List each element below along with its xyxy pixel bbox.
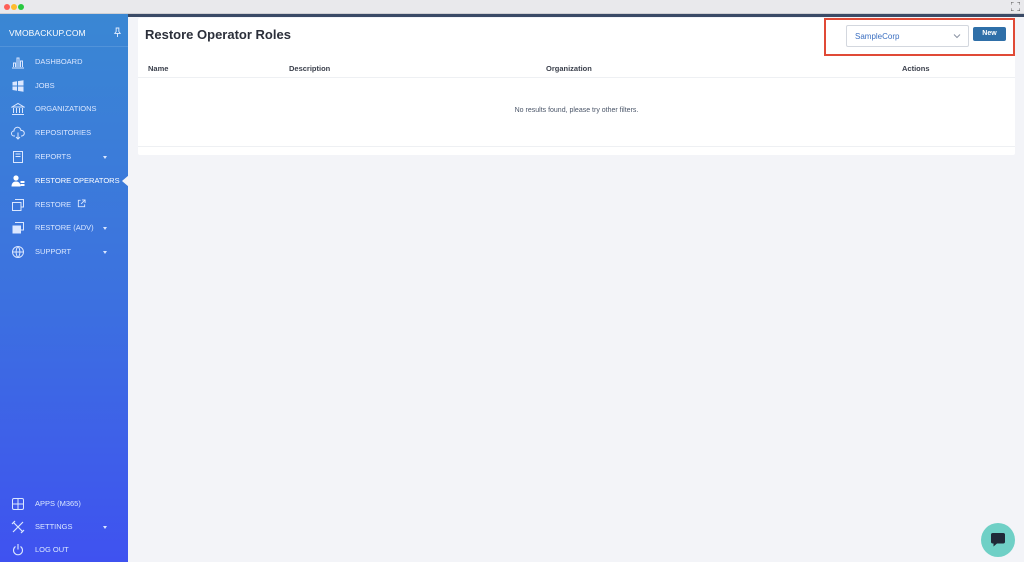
minimize-window-icon[interactable]	[11, 4, 17, 10]
empty-state-message: No results found, please try other filte…	[514, 107, 639, 114]
maximize-window-icon[interactable]	[18, 4, 24, 10]
table-bottom-divider	[138, 146, 1015, 147]
report-icon	[13, 151, 23, 163]
sidebar-item-label: SETTINGS	[35, 522, 73, 531]
sidebar-item-dashboard[interactable]: DASHBOARD	[0, 51, 128, 73]
sidebar-item-label: REPORTS	[35, 152, 72, 161]
sidebar-item-restore[interactable]: RESTORE	[0, 194, 128, 216]
sidebar-item-organizations[interactable]: ORGANIZATIONS	[0, 98, 128, 120]
sidebar-item-label: LOG OUT	[35, 545, 69, 554]
sidebar-item-apps[interactable]: APPS (M365)	[0, 493, 128, 515]
tools-icon	[11, 520, 25, 534]
globe-icon	[12, 246, 24, 258]
chevron-down-icon	[103, 526, 107, 529]
sidebar-item-label: APPS (M365)	[35, 499, 81, 508]
close-window-icon[interactable]	[4, 4, 10, 10]
brand-label[interactable]: VMOBACKUP.COM	[9, 28, 86, 38]
chevron-down-icon	[103, 227, 107, 230]
column-header-organization[interactable]: Organization	[546, 64, 592, 73]
chevron-down-icon	[103, 251, 107, 254]
highlight-box	[824, 18, 1015, 56]
active-indicator	[122, 175, 129, 187]
sidebar-item-restore-adv[interactable]: RESTORE (ADV)	[0, 217, 128, 239]
sidebar-item-reports[interactable]: REPORTS	[0, 146, 128, 168]
bar-chart-icon	[12, 57, 24, 69]
sidebar-item-logout[interactable]: LOG OUT	[0, 539, 128, 561]
header-divider	[138, 77, 1015, 78]
chat-widget-button[interactable]	[981, 523, 1015, 557]
sidebar-item-support[interactable]: SUPPORT	[0, 241, 128, 263]
sidebar-item-restore-operators[interactable]: RESTORE OPERATORS	[0, 170, 129, 192]
sidebar-item-label: RESTORE	[35, 200, 72, 209]
pin-icon[interactable]	[113, 27, 122, 38]
sidebar-item-jobs[interactable]: JOBS	[0, 75, 128, 97]
chat-bubble-icon	[991, 533, 1005, 547]
sidebar-item-label: ORGANIZATIONS	[35, 104, 97, 113]
sidebar-item-repositories[interactable]: REPOSITORIES	[0, 122, 128, 144]
sidebar-item-label: RESTORE OPERATORS	[35, 176, 120, 185]
column-header-description[interactable]: Description	[289, 64, 330, 73]
restore-adv-icon	[12, 222, 24, 234]
external-link-icon	[77, 199, 86, 208]
users-icon	[11, 175, 25, 187]
fullscreen-icon[interactable]	[1011, 2, 1020, 11]
top-accent-bar	[128, 14, 1024, 17]
sidebar-item-label: SUPPORT	[35, 247, 72, 256]
brand-divider	[0, 46, 128, 47]
sidebar-item-settings[interactable]: SETTINGS	[0, 516, 128, 538]
bank-icon	[11, 102, 25, 115]
apps-icon	[12, 498, 24, 510]
sidebar: VMOBACKUP.COM DASHBOARD JOBS ORGANIZATIO…	[0, 14, 129, 562]
power-icon	[13, 544, 23, 556]
cloud-download-icon	[11, 126, 25, 140]
page-title: Restore Operator Roles	[145, 27, 291, 42]
sidebar-item-label: REPOSITORIES	[35, 128, 92, 137]
sidebar-item-label: RESTORE (ADV)	[35, 223, 94, 232]
window-titlebar	[0, 0, 1024, 14]
column-header-actions: Actions	[902, 64, 930, 73]
column-header-name[interactable]: Name	[148, 64, 168, 73]
restore-icon	[12, 199, 24, 211]
sidebar-item-label: JOBS	[35, 81, 55, 90]
sidebar-item-label: DASHBOARD	[35, 57, 83, 66]
windows-icon	[12, 80, 24, 92]
chevron-down-icon	[103, 156, 107, 159]
